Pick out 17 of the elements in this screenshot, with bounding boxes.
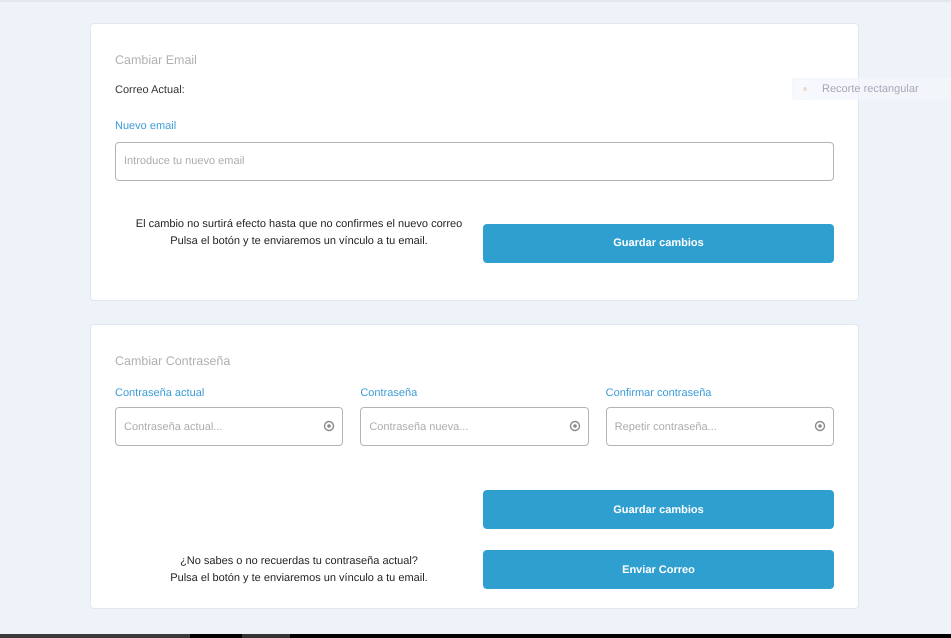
- card-title: Cambiar Email: [115, 52, 198, 69]
- password-field[interactable]: Repetir contraseña...: [606, 407, 834, 446]
- send-email-button[interactable]: Enviar Correo: [483, 550, 834, 590]
- password-field[interactable]: Contraseña nueva...: [360, 407, 589, 446]
- field-label: Contraseña: [360, 386, 418, 401]
- field-label: Confirmar contraseña: [606, 386, 712, 401]
- field-label: Nuevo email: [115, 119, 178, 134]
- field-label: Contraseña actual: [115, 386, 206, 401]
- card-title: Cambiar Contraseña: [115, 353, 232, 370]
- current-email-label: Correo Actual:: [115, 82, 185, 98]
- notice-text: El cambio no surtirá efecto hasta que no confirmes el nuevo correo Pulsa el botón y te enviaremos un vínculo a tu email.: [134, 216, 464, 249]
- email-field[interactable]: Introduce tu nuevo email: [115, 142, 834, 181]
- save-button[interactable]: Guardar cambios: [483, 224, 834, 263]
- forgot-password-text: ¿No sabes o no recuerdas tu contraseña actual? Pulsa el botón y te enviaremos un vínculo a tu email.: [169, 554, 429, 586]
- password-field[interactable]: Contraseña actual...: [115, 407, 344, 446]
- save-button[interactable]: Guardar cambios: [483, 490, 834, 530]
- toast-text: Recorte rectangular: [822, 82, 919, 97]
